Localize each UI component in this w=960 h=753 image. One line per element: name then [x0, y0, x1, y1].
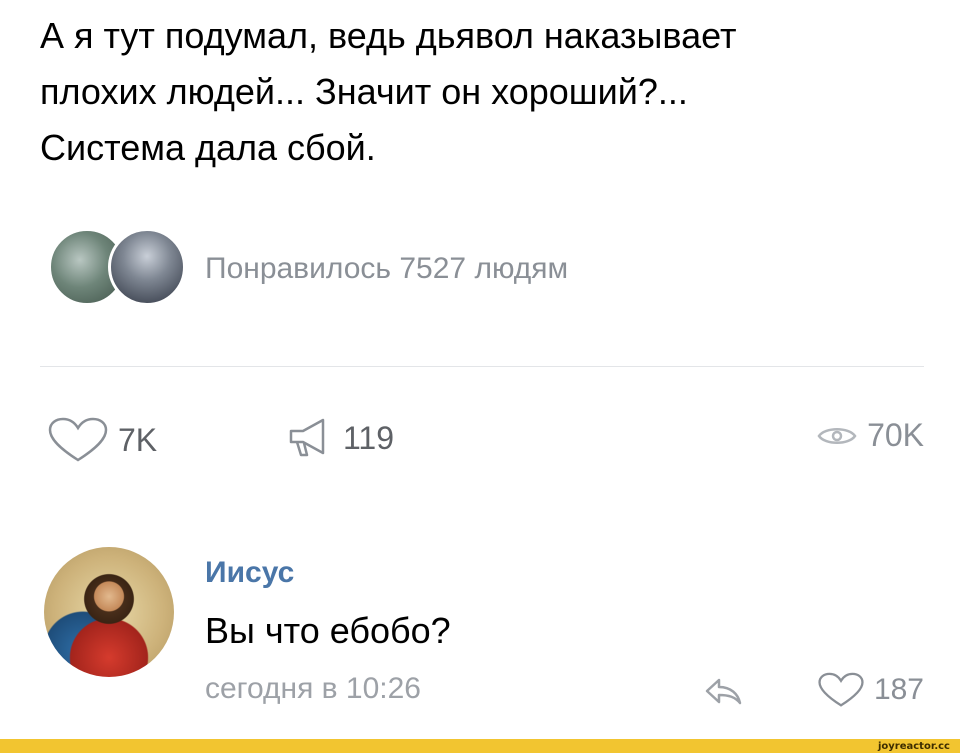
comment-author[interactable]: Иисус	[205, 556, 294, 590]
likes-summary[interactable]: Понравилось 7527 людям	[205, 252, 568, 286]
post-text: А я тут подумал, ведь дьявол наказывает …	[40, 8, 920, 176]
footer-bar	[0, 739, 960, 753]
like-button[interactable]: 7K	[48, 417, 157, 463]
like-count: 7K	[118, 421, 158, 458]
comment-like-count: 187	[873, 673, 924, 706]
comment-timestamp: сегодня в 10:26	[205, 672, 421, 705]
post-line-2: плохих людей... Значит он хороший?...	[40, 71, 688, 112]
divider	[40, 366, 924, 367]
heart-icon	[818, 672, 864, 707]
megaphone-icon	[289, 418, 325, 457]
eye-icon	[817, 427, 857, 444]
views: 70K	[817, 417, 924, 454]
share-count: 119	[343, 419, 395, 456]
post-line-3: Система дала сбой.	[40, 127, 376, 168]
view-count: 70K	[867, 417, 924, 453]
reply-icon	[705, 678, 742, 705]
liker-avatar[interactable]	[108, 228, 186, 306]
post-line-1: А я тут подумал, ведь дьявол наказывает	[40, 15, 737, 56]
watermark: joyreactor.cc	[877, 741, 950, 752]
comment-text: Вы что ебобо?	[205, 610, 451, 651]
comment-like-button[interactable]: 187	[818, 672, 924, 708]
reply-button[interactable]	[703, 676, 743, 711]
comment-author-avatar[interactable]	[44, 547, 174, 677]
share-button[interactable]: 119	[287, 417, 394, 459]
heart-icon	[48, 417, 108, 462]
